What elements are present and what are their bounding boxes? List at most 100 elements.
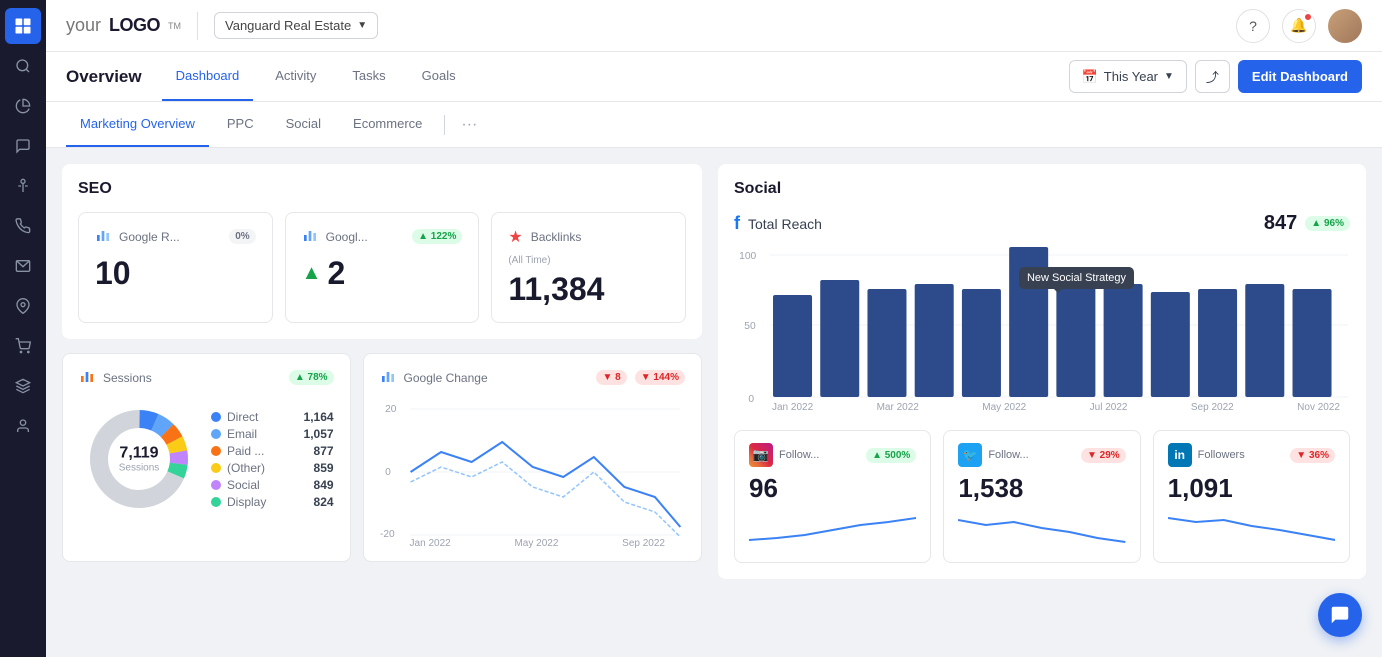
- avatar[interactable]: [1328, 9, 1362, 43]
- bar-chart-icon: [95, 227, 111, 246]
- sidebar-icon-pin[interactable]: [5, 168, 41, 204]
- header-actions: ? 🔔: [1236, 9, 1362, 43]
- svg-text:-20: -20: [380, 529, 395, 540]
- sessions-label: Sessions: [103, 371, 281, 385]
- legend-display: Display 824: [211, 495, 334, 509]
- sessions-body: 7,119 Sessions Direct 1,164: [79, 399, 334, 519]
- facebook-icon: f: [734, 213, 740, 234]
- legend-dot: [211, 497, 221, 507]
- left-column: SEO: [62, 164, 702, 641]
- seo-metric-cards: Google R... 0% 10: [78, 212, 686, 323]
- chat-bubble-button[interactable]: [1318, 593, 1362, 637]
- header-divider: [197, 12, 198, 40]
- legend-dot: [211, 463, 221, 473]
- total-reach-badge: ▲ 96%: [1305, 216, 1350, 231]
- google-change-chart-card: Google Change ▼ 8 ▼ 144% 20 0 -20: [363, 353, 702, 562]
- bar-x-nov: Nov 2022: [1297, 402, 1340, 413]
- linkedin-card: in Followers ▼ 36% 1,091: [1153, 430, 1350, 563]
- gc-badge1: ▼ 8: [596, 370, 626, 385]
- company-selector[interactable]: Vanguard Real Estate ▼: [214, 12, 378, 39]
- x-label-may: May 2022: [514, 538, 558, 549]
- linkedin-label: Followers: [1198, 449, 1285, 461]
- logo-your: your: [66, 15, 101, 36]
- twitter-badge: ▼ 29%: [1081, 448, 1126, 463]
- backlinks-label: Backlinks: [531, 230, 669, 244]
- linkedin-badge: ▼ 36%: [1290, 448, 1335, 463]
- twitter-header: 🐦 Follow... ▼ 29%: [958, 443, 1125, 467]
- sub-tab-more[interactable]: ···: [453, 116, 485, 134]
- legend-dot: [211, 446, 221, 456]
- edit-dashboard-button[interactable]: Edit Dashboard: [1238, 60, 1362, 93]
- social-title: Social: [734, 180, 1350, 198]
- bottom-cards-row: Sessions ▲ 78%: [62, 353, 702, 562]
- twitter-card: 🐦 Follow... ▼ 29% 1,538: [943, 430, 1140, 563]
- sidebar-icon-charts[interactable]: [5, 88, 41, 124]
- help-button[interactable]: ?: [1236, 9, 1270, 43]
- linkedin-sparkline: [1168, 510, 1335, 550]
- sidebar-icon-cart[interactable]: [5, 328, 41, 364]
- sub-tab-social[interactable]: Social: [272, 102, 335, 147]
- share-icon: ⤴: [1206, 67, 1219, 86]
- logo-tm: TM: [168, 21, 181, 31]
- sidebar-icon-chat[interactable]: [5, 128, 41, 164]
- google-change-value: 2: [327, 254, 345, 292]
- bar-x-mar: Mar 2022: [877, 402, 919, 413]
- tab-goals[interactable]: Goals: [408, 52, 470, 101]
- backlinks-subtitle: (All Time): [508, 255, 669, 266]
- bar-chart-icon-2: [302, 227, 318, 246]
- sidebar-icon-mail[interactable]: [5, 248, 41, 284]
- sidebar-icon-phone[interactable]: [5, 208, 41, 244]
- share-button[interactable]: ⤴: [1195, 60, 1230, 93]
- svg-text:0: 0: [385, 467, 391, 478]
- sidebar-icon-user[interactable]: [5, 408, 41, 444]
- sub-tab-marketing[interactable]: Marketing Overview: [66, 102, 209, 147]
- tab-tasks[interactable]: Tasks: [338, 52, 399, 101]
- sidebar-icon-location[interactable]: [5, 288, 41, 324]
- total-reach-header: f Total Reach 847 ▲ 96%: [734, 212, 1350, 235]
- instagram-card: 📷 Follow... ▲ 500% 96: [734, 430, 931, 563]
- total-reach-label: Total Reach: [748, 216, 1256, 232]
- sub-nav: Marketing Overview PPC Social Ecommerce …: [46, 102, 1382, 148]
- sessions-card: Sessions ▲ 78%: [62, 353, 351, 562]
- star-icon: ★: [508, 227, 522, 247]
- google-change-chart-label: Google Change: [404, 371, 589, 385]
- legend-social: Social 849: [211, 478, 334, 492]
- linkedin-value: 1,091: [1168, 473, 1335, 504]
- google-rank-badge: 0%: [229, 229, 255, 244]
- twitter-sparkline: [958, 510, 1125, 550]
- tab-dashboard[interactable]: Dashboard: [162, 52, 254, 101]
- bar-x-jul: Jul 2022: [1090, 402, 1128, 413]
- bar-x-jan: Jan 2022: [772, 402, 813, 413]
- svg-text:50: 50: [744, 321, 756, 332]
- linkedin-icon: in: [1168, 443, 1192, 467]
- sub-tab-ecommerce[interactable]: Ecommerce: [339, 102, 436, 147]
- bar-x-sep: Sep 2022: [1191, 402, 1234, 413]
- sidebar-icon-layers[interactable]: [5, 368, 41, 404]
- backlinks-value: 11,384: [508, 270, 669, 308]
- twitter-icon: 🐦: [958, 443, 982, 467]
- instagram-header: 📷 Follow... ▲ 500%: [749, 443, 916, 467]
- sessions-badge: ▲ 78%: [289, 370, 334, 385]
- sidebar-icon-search[interactable]: [5, 48, 41, 84]
- instagram-badge: ▲ 500%: [866, 448, 916, 463]
- sub-tab-ppc[interactable]: PPC: [213, 102, 268, 147]
- chart-bar-icon: [380, 368, 396, 387]
- date-filter-button[interactable]: 📅 This Year ▼: [1069, 60, 1187, 93]
- total-reach-section: f Total Reach 847 ▲ 96% New Social Strat…: [734, 212, 1350, 422]
- company-name: Vanguard Real Estate: [225, 18, 351, 33]
- total-reach-value: 847: [1264, 212, 1297, 235]
- tab-activity[interactable]: Activity: [261, 52, 330, 101]
- instagram-label: Follow...: [779, 449, 860, 461]
- svg-text:20: 20: [385, 404, 397, 415]
- instagram-value: 96: [749, 473, 916, 504]
- notification-button[interactable]: 🔔: [1282, 9, 1316, 43]
- nav-bar: Overview Dashboard Activity Tasks Goals …: [46, 52, 1382, 102]
- seo-panel: SEO: [62, 164, 702, 339]
- instagram-sparkline: [749, 510, 916, 550]
- svg-text:100: 100: [739, 251, 756, 262]
- bar-x-may: May 2022: [982, 402, 1026, 413]
- line-chart-area: 20 0 -20: [380, 397, 685, 547]
- sidebar-icon-home[interactable]: [5, 8, 41, 44]
- social-panel: Social f Total Reach 847 ▲ 96%: [718, 164, 1366, 579]
- svg-text:0: 0: [748, 394, 754, 405]
